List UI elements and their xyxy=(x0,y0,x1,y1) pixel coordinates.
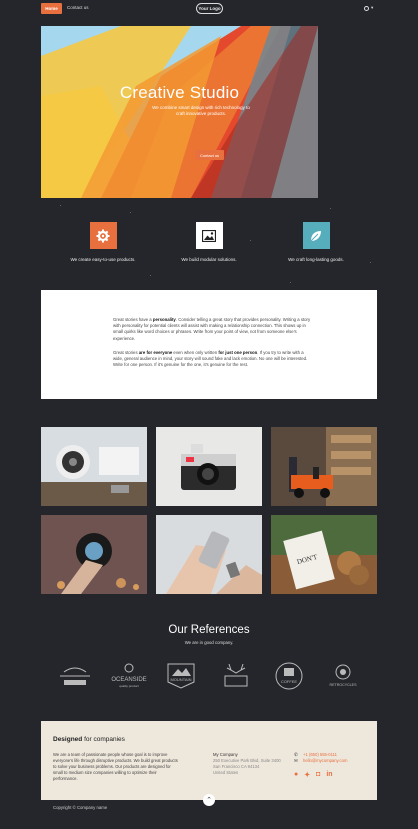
hero-contact-button[interactable]: Contact us xyxy=(195,150,224,160)
twitter-icon[interactable]: ✦ xyxy=(304,771,310,779)
feature-modular: We build modular solutions. xyxy=(154,222,264,262)
nav-home-link[interactable]: Home xyxy=(41,3,62,14)
svg-text:RETROCYCLES: RETROCYCLES xyxy=(330,683,358,687)
feature-caption: We build modular solutions. xyxy=(181,257,237,262)
gallery-image-speaker[interactable] xyxy=(41,427,147,506)
leaf-icon xyxy=(302,222,330,249)
feature-easy: We create easy-to-use products. xyxy=(48,222,158,262)
story-paragraph-2: Great stories are for everyone even when… xyxy=(113,350,308,368)
mail-icon: ✉ xyxy=(294,758,298,763)
hero-banner: Creative Studio We combine smart design … xyxy=(41,26,318,198)
picture-icon xyxy=(195,222,223,249)
scroll-to-top-button[interactable]: ⌃ xyxy=(203,794,215,806)
top-navbar: Home Contact us Your Logo ▾ xyxy=(0,0,418,18)
gallery-image-lens[interactable] xyxy=(41,515,147,594)
gear-icon xyxy=(89,222,117,249)
svg-text:OCEANSIDE: OCEANSIDE xyxy=(111,677,146,683)
footer-card: Designed for companies We are a team of … xyxy=(41,721,377,800)
references-subtitle: We are in good company. xyxy=(184,640,234,645)
footer-description: We are a team of passionate people whose… xyxy=(53,752,178,781)
logo-text: Your Logo xyxy=(198,6,221,11)
reference-logo-mountain: MOUNTAIN xyxy=(162,660,200,692)
reference-logo-retrocycles: RETROCYCLES xyxy=(324,660,362,692)
user-menu[interactable]: ▾ xyxy=(364,5,373,11)
svg-text:COFFEE: COFFEE xyxy=(281,679,298,684)
feature-lasting: We craft long-lasting goods. xyxy=(261,222,371,262)
reference-logo-antler xyxy=(217,660,255,692)
gallery-image-desk[interactable]: DON'T xyxy=(271,515,377,594)
instagram-icon[interactable]: ◘ xyxy=(316,771,320,779)
svg-text:quality product: quality product xyxy=(119,684,139,688)
linkedin-icon[interactable]: in xyxy=(326,771,332,779)
email-link[interactable]: hello@mycompany.com xyxy=(303,758,347,764)
feature-caption: We create easy-to-use products. xyxy=(70,257,136,262)
svg-text:MOUNTAIN: MOUNTAIN xyxy=(170,677,191,682)
chevron-up-icon: ⌃ xyxy=(206,797,212,804)
story-section: Great stories have a personality. Consid… xyxy=(41,290,377,399)
reference-logo-1 xyxy=(56,660,94,692)
reference-logo-oceanside: OCEANSIDE quality product xyxy=(110,660,148,692)
user-icon xyxy=(364,5,369,11)
feature-caption: We craft long-lasting goods. xyxy=(288,257,344,262)
reference-logo-coffee: COFFEE xyxy=(270,660,308,692)
footer-title: Designed for companies xyxy=(53,736,125,743)
story-paragraph-1: Great stories have a personality. Consid… xyxy=(113,317,311,341)
footer-contact: ✆ +1 (650) 555-0111 ✉ hello@mycompany.com xyxy=(294,752,347,764)
gallery-image-phone[interactable] xyxy=(156,515,262,594)
social-links: ● ✦ ◘ in xyxy=(294,771,333,779)
references-title: Our References xyxy=(168,624,250,636)
hero-subtitle: We combine smart design with rich techno… xyxy=(152,105,250,116)
gallery-image-camera[interactable] xyxy=(156,427,262,506)
gallery-image-forklift[interactable] xyxy=(271,427,377,506)
nav-contact-link[interactable]: Contact us xyxy=(67,5,89,10)
chevron-down-icon: ▾ xyxy=(371,5,374,10)
copyright-text: Copyright © Company name xyxy=(53,805,108,810)
github-icon[interactable]: ● xyxy=(294,771,298,779)
brand-logo[interactable]: Your Logo xyxy=(196,3,223,14)
footer-address: My Company 250 Executive Park Blvd, Suit… xyxy=(213,752,281,775)
hero-title: Creative Studio xyxy=(119,83,240,102)
